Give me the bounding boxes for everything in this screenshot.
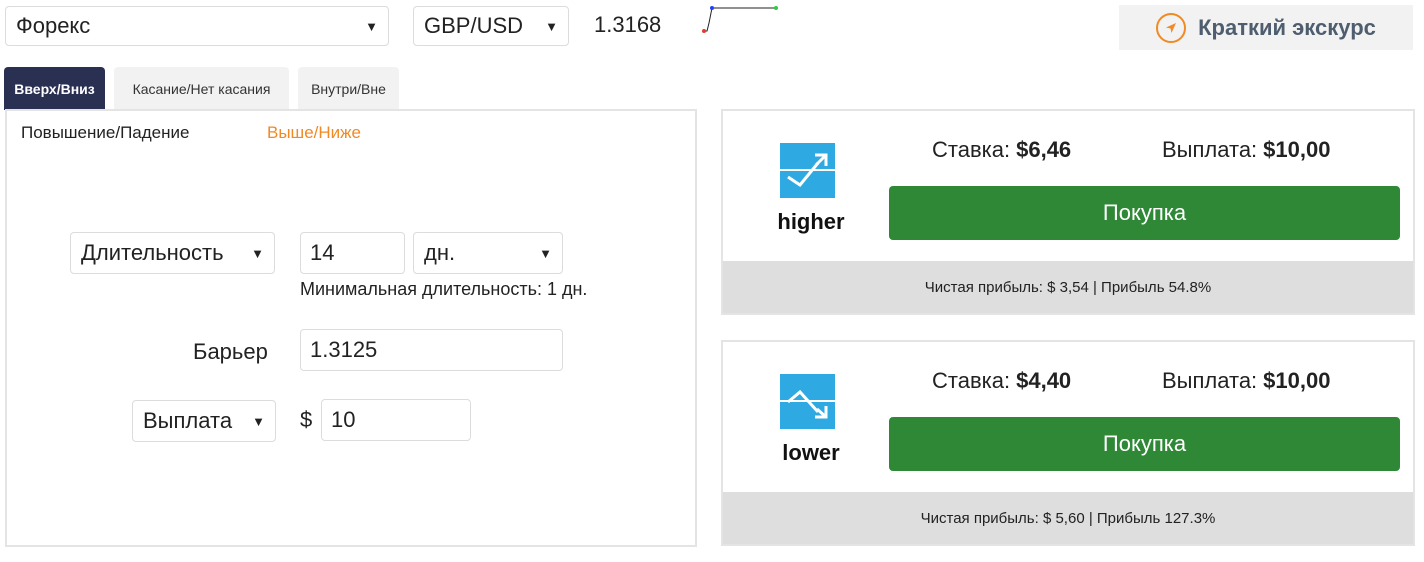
chevron-down-icon: ▼ — [251, 245, 264, 261]
payout-info: Выплата: $10,00 — [1162, 368, 1330, 394]
symbol-select-value: GBP/USD — [424, 13, 524, 38]
contract-card-lower: lower Ставка: $4,40 Выплата: $10,00 Покупк… — [721, 340, 1415, 546]
chevron-down-icon: ▼ — [539, 245, 552, 261]
stake-value: $6,46 — [1016, 137, 1072, 162]
navigation-arrow-icon — [1156, 12, 1187, 43]
price-sparkline — [702, 6, 778, 33]
payout-value: $10,00 — [1263, 137, 1331, 162]
contract-type-label: higher — [777, 209, 845, 234]
duration-type-value: Длительность — [81, 240, 224, 265]
duration-input-value: 14 — [310, 240, 335, 265]
stake-value: $4,40 — [1016, 368, 1072, 393]
amount-input[interactable]: 10 — [321, 399, 471, 441]
amount-type-select[interactable]: Выплата ▼ — [132, 400, 276, 442]
market-select-value: Форекс — [16, 13, 91, 38]
tour-button-label: Краткий экскурс — [1198, 14, 1376, 40]
payout-label: Выплата: — [1162, 368, 1258, 393]
tab-up-down[interactable]: Вверх/Вниз — [4, 67, 105, 110]
stake-info: Ставка: $4,40 — [932, 368, 1071, 394]
profit-summary: Чистая прибыль: $ 3,54 | Прибыль 54.8% — [723, 261, 1413, 313]
tour-button[interactable]: Краткий экскурс — [1119, 5, 1413, 50]
sparkline-start-point — [702, 29, 706, 33]
subtab-rise-fall[interactable]: Повышение/Падение — [21, 123, 189, 143]
payout-value: $10,00 — [1263, 368, 1331, 393]
subtab-higher-lower[interactable]: Выше/Ниже — [267, 123, 361, 143]
contract-card-higher: higher Ставка: $6,46 Выплата: $10,00 Покуп… — [721, 109, 1415, 315]
amount-input-value: 10 — [331, 407, 356, 432]
trend-down-icon — [780, 374, 835, 429]
market-select[interactable]: Форекс ▼ — [5, 6, 389, 46]
payout-label: Выплата: — [1162, 137, 1258, 162]
barrier-input[interactable]: 1.3125 — [300, 329, 563, 371]
amount-type-value: Выплата — [143, 408, 233, 433]
sparkline-high-point — [710, 6, 714, 10]
stake-label: Ставка: — [932, 368, 1011, 393]
duration-input[interactable]: 14 — [300, 232, 405, 274]
trade-form-panel: Повышение/Падение Выше/Ниже Длительность… — [5, 109, 697, 547]
chevron-down-icon: ▼ — [545, 18, 558, 34]
stake-info: Ставка: $6,46 — [932, 137, 1071, 163]
profit-summary: Чистая прибыль: $ 5,60 | Прибыль 127.3% — [723, 492, 1413, 544]
trend-up-icon — [780, 143, 835, 198]
buy-button[interactable]: Покупка — [889, 417, 1400, 471]
spot-price: 1.3168 — [594, 12, 662, 37]
duration-type-select[interactable]: Длительность ▼ — [70, 232, 275, 274]
duration-unit-select[interactable]: дн. ▼ — [413, 232, 563, 274]
payout-info: Выплата: $10,00 — [1162, 137, 1330, 163]
buy-button[interactable]: Покупка — [889, 186, 1400, 240]
tab-in-out[interactable]: Внутри/Вне — [298, 67, 399, 110]
stake-label: Ставка: — [932, 137, 1011, 162]
tab-touch-no-touch[interactable]: Касание/Нет касания — [114, 67, 289, 110]
barrier-input-value: 1.3125 — [310, 337, 378, 362]
symbol-select[interactable]: GBP/USD ▼ — [413, 6, 569, 46]
barrier-label: Барьер — [193, 339, 268, 364]
duration-unit-value: дн. — [424, 240, 456, 265]
currency-symbol: $ — [300, 407, 313, 432]
contract-type-label: lower — [782, 440, 840, 465]
chevron-down-icon: ▼ — [365, 18, 378, 34]
chevron-down-icon: ▼ — [252, 413, 265, 429]
sparkline-end-point — [774, 6, 778, 10]
min-duration-hint: Минимальная длительность: 1 дн. — [300, 279, 588, 299]
